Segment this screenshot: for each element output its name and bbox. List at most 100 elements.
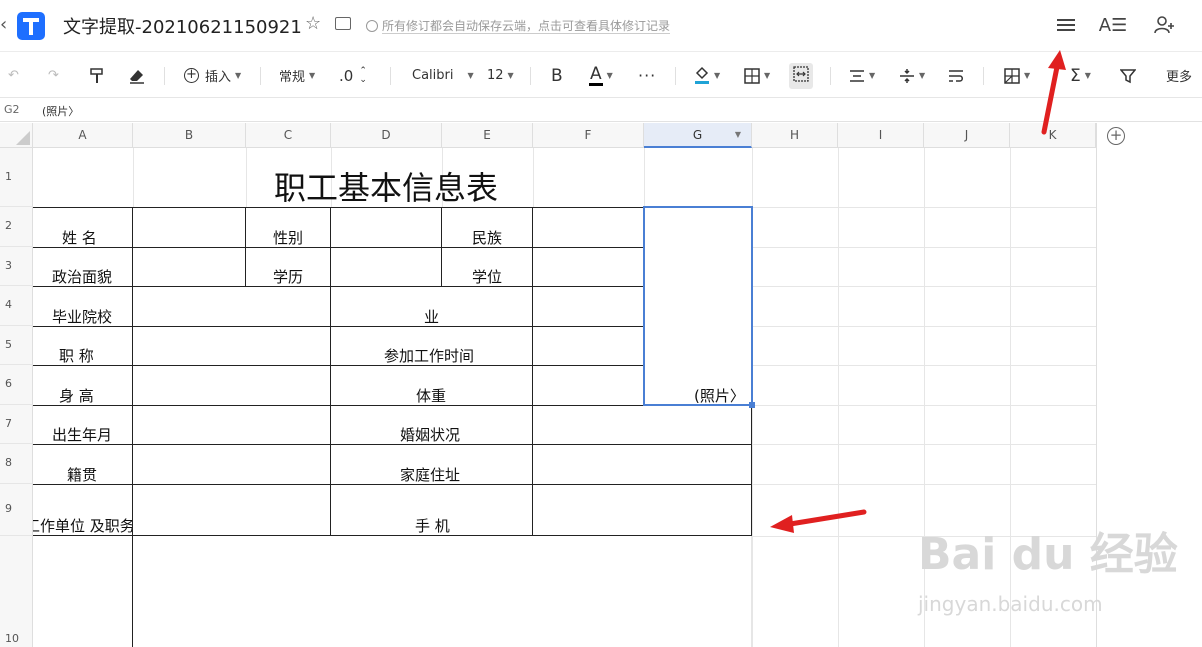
row-header-8[interactable]: 8 xyxy=(0,444,33,484)
row-header-3[interactable]: 3 xyxy=(0,247,33,286)
cell-phone-label[interactable]: 手 机 xyxy=(415,515,450,536)
cell-major-label[interactable]: 业 xyxy=(424,306,439,327)
cell-name-label[interactable]: 姓 名 xyxy=(62,227,97,248)
row-header-7[interactable]: 7 xyxy=(0,405,33,444)
fill-handle[interactable] xyxy=(749,402,755,408)
sheet-title[interactable]: 职工基本信息表 xyxy=(274,163,498,209)
save-status[interactable]: 所有修订都会自动保存云端，点击可查看具体修订记录 xyxy=(366,17,671,34)
number-format-select[interactable]: 常规 ▼ xyxy=(279,53,315,98)
font-color-icon: A xyxy=(589,64,603,86)
row-header-4[interactable]: 4 xyxy=(0,286,33,326)
cell-height-label[interactable]: 身 高 xyxy=(59,385,94,406)
tencent-docs-logo[interactable] xyxy=(17,12,45,40)
cell-degree-label[interactable]: 学位 xyxy=(472,266,502,287)
bold-button[interactable]: B xyxy=(551,53,563,98)
fill-color-button[interactable]: ▼ xyxy=(694,53,720,98)
cell-jobtitle-label[interactable]: 职 称 xyxy=(59,345,94,366)
cell-education-label[interactable]: 学历 xyxy=(273,266,303,287)
row-4-label: 4 xyxy=(5,298,12,311)
hamburger-menu-icon[interactable] xyxy=(1054,12,1078,38)
cell-workstart-label[interactable]: 参加工作时间 xyxy=(384,345,474,366)
borders-icon xyxy=(744,67,760,84)
filter-button[interactable] xyxy=(1120,53,1136,98)
format-painter-icon[interactable] xyxy=(89,53,105,98)
cell-ethnicity-label[interactable]: 民族 xyxy=(472,227,502,248)
cell-gender-label[interactable]: 性别 xyxy=(273,227,303,248)
font-style-icon[interactable]: A☰ xyxy=(1099,12,1127,38)
column-dropdown-icon[interactable]: ▼ xyxy=(735,130,741,139)
cell-reference[interactable]: G2 xyxy=(4,103,20,116)
borders-button[interactable]: ▼ xyxy=(744,53,770,98)
cell-workunit-label[interactable]: 工作单位 及职务 xyxy=(33,515,132,535)
column-header-f[interactable]: F xyxy=(533,123,644,148)
formula-input[interactable]: (照片〉 xyxy=(42,103,79,119)
font-size-label: 12 xyxy=(487,68,504,83)
cell-address-label[interactable]: 家庭住址 xyxy=(400,464,460,485)
paint-bucket-icon xyxy=(695,66,709,84)
cell-weight-label[interactable]: 体重 xyxy=(416,385,446,406)
font-size-select[interactable]: 12 ▼ xyxy=(487,53,514,98)
row-9-label: 9 xyxy=(5,502,12,515)
font-family-label: Calibri xyxy=(412,68,454,83)
clear-format-icon[interactable] xyxy=(129,53,145,98)
row-header-1[interactable]: 1 xyxy=(0,148,33,207)
cell-native-label[interactable]: 籍贯 xyxy=(67,464,97,485)
wrap-text-icon xyxy=(949,69,963,82)
undo-icon[interactable]: ↶ xyxy=(8,53,19,98)
sum-button[interactable]: Σ ▼ xyxy=(1070,53,1091,98)
font-color-button[interactable]: A ▼ xyxy=(589,53,613,98)
vertical-align-button[interactable]: ▼ xyxy=(899,53,925,98)
row-header-5[interactable]: 5 xyxy=(0,326,33,365)
cell-photo-label[interactable]: (照片〉 xyxy=(694,385,745,406)
column-header-c[interactable]: C xyxy=(246,123,331,148)
selected-cell-range[interactable] xyxy=(643,206,753,406)
column-header-a[interactable]: A xyxy=(33,123,133,148)
wrap-text-button[interactable] xyxy=(948,53,964,98)
row-header-6[interactable]: 6 xyxy=(0,365,33,405)
top-bar: ‹ 文字提取-20210621150921 ☆ 所有修订都会自动保存云端，点击可… xyxy=(0,0,1202,52)
column-header-e[interactable]: E xyxy=(442,123,533,148)
decimal-places-control[interactable]: .0 ⌃ ⌄ xyxy=(339,53,367,98)
cell-political-label[interactable]: 政治面貌 xyxy=(52,266,112,287)
cell-birth-label[interactable]: 出生年月 xyxy=(52,424,112,445)
cell-workunit-clip: 工作单位 及职务 xyxy=(33,515,132,535)
merge-cells-button[interactable] xyxy=(789,53,813,98)
column-header-h[interactable]: H xyxy=(752,123,838,148)
check-circle-icon xyxy=(366,20,378,32)
row-header-9[interactable]: 9 xyxy=(0,484,33,536)
row-1-label: 1 xyxy=(5,170,12,183)
horizontal-align-button[interactable]: ▼ xyxy=(849,53,875,98)
add-collaborator-icon[interactable] xyxy=(1152,12,1178,38)
star-icon[interactable]: ☆ xyxy=(305,13,321,34)
insert-button[interactable]: + 插入 ▼ xyxy=(184,53,241,98)
document-title[interactable]: 文字提取-20210621150921 xyxy=(63,13,302,39)
column-header-g[interactable]: G ▼ xyxy=(644,123,752,148)
column-header-d[interactable]: D xyxy=(331,123,442,148)
conditional-format-button[interactable]: ▼ xyxy=(1004,53,1030,98)
move-folder-icon[interactable] xyxy=(335,17,351,30)
chevron-left-icon[interactable]: ‹ xyxy=(0,14,10,35)
more-button[interactable]: 更多 xyxy=(1166,53,1192,98)
add-column-icon[interactable]: + xyxy=(1107,127,1125,145)
column-header-i[interactable]: I xyxy=(838,123,924,148)
row-2-label: 2 xyxy=(5,219,12,232)
number-format-label: 常规 xyxy=(279,70,306,85)
conditional-format-icon xyxy=(1004,67,1020,84)
more-format-button[interactable]: ··· xyxy=(638,53,656,98)
redo-icon[interactable]: ↷ xyxy=(48,53,59,98)
toolbar: ↶ ↷ + 插入 ▼ 常规 ▼ .0 ⌃ ⌄ Calibri ▼ 12 ▼ B A ▼ ··· … xyxy=(0,53,1202,98)
column-header-b[interactable]: B xyxy=(133,123,246,148)
cell-school-label[interactable]: 毕业院校 xyxy=(52,306,112,327)
row-6-label: 6 xyxy=(5,377,12,390)
align-center-icon xyxy=(850,69,864,82)
column-header-j[interactable]: J xyxy=(924,123,1010,148)
font-family-select[interactable]: Calibri ▼ xyxy=(412,53,474,98)
row-header-10[interactable]: 10 xyxy=(0,536,33,647)
row-header-2[interactable]: 2 xyxy=(0,207,33,247)
decimal-label: .0 xyxy=(339,66,354,85)
sum-icon: Σ xyxy=(1070,65,1081,86)
cell-marital-label[interactable]: 婚姻状况 xyxy=(400,424,460,445)
row-3-label: 3 xyxy=(5,259,12,272)
align-middle-icon xyxy=(900,68,914,83)
select-all-corner[interactable] xyxy=(0,123,33,148)
